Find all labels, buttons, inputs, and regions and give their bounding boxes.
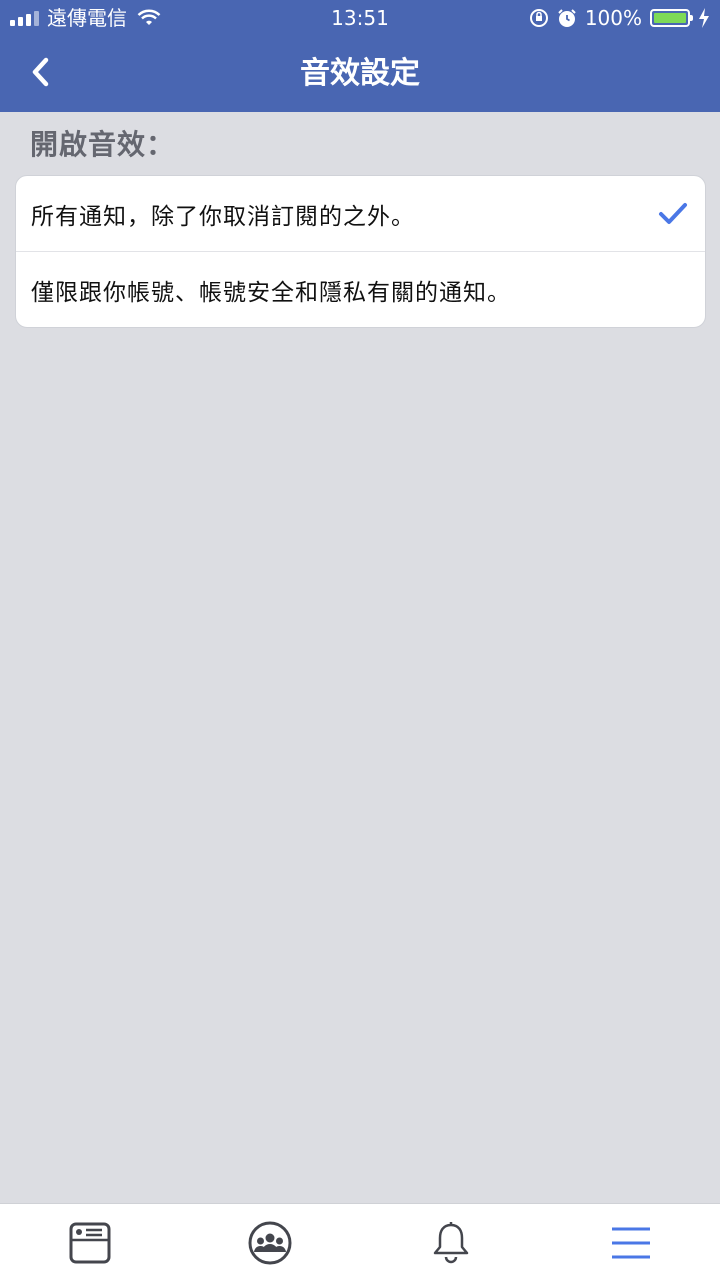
nav-bar: 音效設定: [0, 36, 720, 112]
tab-groups[interactable]: [247, 1220, 293, 1266]
tab-notifications[interactable]: [428, 1220, 474, 1266]
options-card: 所有通知，除了你取消訂閱的之外。 僅限跟你帳號、帳號安全和隱私有關的通知。: [15, 175, 706, 328]
charging-icon: [699, 8, 709, 28]
option-all-notifications[interactable]: 所有通知，除了你取消訂閱的之外。: [16, 176, 705, 252]
tab-news-feed[interactable]: [67, 1220, 113, 1266]
menu-icon: [612, 1227, 650, 1259]
tab-menu[interactable]: [608, 1220, 654, 1266]
option-label: 僅限跟你帳號、帳號安全和隱私有關的通知。: [31, 280, 511, 306]
status-bar: 遠傳電信 13:51 100%: [0, 0, 720, 36]
alarm-icon: [558, 9, 576, 27]
option-label: 所有通知，除了你取消訂閱的之外。: [31, 203, 415, 230]
header: 遠傳電信 13:51 100% 音效設定: [0, 0, 720, 112]
section-title: 開啟音效：: [30, 128, 176, 161]
battery-percent: 100%: [584, 6, 642, 30]
news-feed-icon: [69, 1222, 111, 1264]
checkmark-icon: [659, 203, 687, 224]
bell-icon: [433, 1222, 469, 1264]
rotation-lock-icon: [529, 9, 548, 27]
page-title: 音效設定: [300, 56, 420, 91]
groups-icon: [248, 1221, 292, 1265]
battery-icon: [650, 9, 693, 27]
status-right: 100%: [529, 6, 710, 30]
option-account-only[interactable]: 僅限跟你帳號、帳號安全和隱私有關的通知。: [16, 252, 705, 327]
tab-bar: [0, 1203, 720, 1280]
